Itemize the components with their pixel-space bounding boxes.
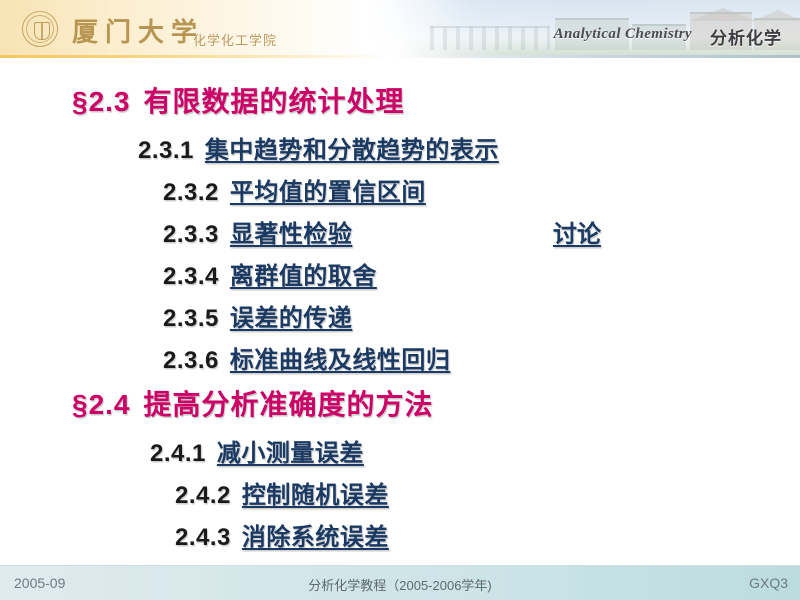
item-number: 2.3.4 bbox=[163, 263, 219, 290]
item-number: 2.4.1 bbox=[150, 440, 206, 467]
footer-course-title: 分析化学教程（2005-2006学年) bbox=[308, 578, 492, 593]
item-label[interactable]: 控制随机误差 bbox=[242, 482, 389, 509]
item-label[interactable]: 平均值的置信区间 bbox=[230, 179, 426, 206]
list-item-2-3-2[interactable]: 2.3.2 平均值的置信区间 bbox=[163, 172, 426, 207]
discussion-label[interactable]: 讨论 bbox=[553, 221, 601, 248]
section-marker: §2.3 bbox=[72, 86, 131, 117]
course-title-cn: 分析化学 bbox=[710, 29, 782, 48]
university-seal-icon bbox=[22, 11, 58, 47]
section-title: 提高分析准确度的方法 bbox=[143, 389, 434, 420]
list-item-2-4-3[interactable]: 2.4.3 消除系统误差 bbox=[175, 517, 389, 552]
list-item-2-4-2[interactable]: 2.4.2 控制随机误差 bbox=[175, 475, 389, 510]
slide: 厦门大学 化学化工学院 Analytical Chemistry 分析化学 §2… bbox=[0, 0, 800, 600]
list-item-2-3-6[interactable]: 2.3.6 标准曲线及线性回归 bbox=[163, 340, 450, 375]
section-heading-2-3: §2.3 有限数据的统计处理 bbox=[72, 80, 405, 120]
list-item-2-3-1[interactable]: 2.3.1 集中趋势和分散趋势的表示 bbox=[138, 130, 499, 165]
item-label[interactable]: 消除系统误差 bbox=[242, 524, 389, 551]
list-item-2-3-4[interactable]: 2.3.4 离群值的取舍 bbox=[163, 256, 377, 291]
section-heading-2-4: §2.4 提高分析准确度的方法 bbox=[72, 383, 434, 423]
item-label[interactable]: 集中趋势和分散趋势的表示 bbox=[205, 137, 499, 164]
college-name: 化学化工学院 bbox=[193, 33, 278, 48]
item-number: 2.3.6 bbox=[163, 347, 219, 374]
item-number: 2.3.2 bbox=[163, 179, 219, 206]
item-number: 2.4.3 bbox=[175, 524, 231, 551]
university-name: 厦门大学 bbox=[72, 18, 205, 47]
item-number: 2.3.5 bbox=[163, 305, 219, 332]
slide-header: 厦门大学 化学化工学院 Analytical Chemistry 分析化学 bbox=[0, 0, 800, 58]
item-number: 2.3.3 bbox=[163, 221, 219, 248]
slide-body: §2.3 有限数据的统计处理 2.3.1 集中趋势和分散趋势的表示 2.3.2 平均值… bbox=[0, 58, 800, 566]
section-marker: §2.4 bbox=[72, 389, 131, 420]
item-label[interactable]: 减小测量误差 bbox=[217, 440, 364, 467]
list-item-2-4-1[interactable]: 2.4.1 减小测量误差 bbox=[150, 433, 364, 468]
item-label[interactable]: 离群值的取舍 bbox=[230, 263, 377, 290]
list-item-2-3-3[interactable]: 2.3.3 显著性检验 bbox=[163, 214, 352, 249]
item-label[interactable]: 标准曲线及线性回归 bbox=[230, 347, 451, 374]
item-number: 2.3.1 bbox=[138, 137, 194, 164]
item-label[interactable]: 误差的传递 bbox=[230, 305, 353, 332]
item-label[interactable]: 显著性检验 bbox=[230, 221, 353, 248]
slide-footer: 2005-09 分析化学教程（2005-2006学年) GXQ3 bbox=[0, 565, 800, 600]
list-item-2-3-5[interactable]: 2.3.5 误差的传递 bbox=[163, 298, 352, 333]
item-number: 2.4.2 bbox=[175, 482, 231, 509]
course-title-en: Analytical Chemistry bbox=[553, 26, 692, 42]
footer-code: GXQ3 bbox=[749, 575, 788, 591]
discussion-link[interactable]: 讨论 bbox=[553, 214, 601, 249]
section-title: 有限数据的统计处理 bbox=[143, 86, 405, 117]
